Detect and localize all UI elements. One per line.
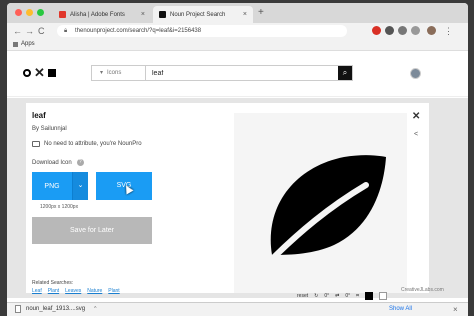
downloaded-file-name: noun_leaf_1913....svg (26, 306, 86, 312)
maximize-window-icon[interactable] (37, 9, 44, 16)
extension-icon[interactable] (411, 26, 420, 35)
chevron-up-icon[interactable]: ^ (94, 306, 96, 312)
apps-grid-icon (13, 42, 18, 47)
png-download-button[interactable]: PNG ⌄ (32, 172, 88, 200)
close-icon[interactable]: ✕ (412, 111, 420, 122)
address-bar: ← → C 🔒︎ thenounproject.com/search/?q=le… (7, 23, 468, 39)
tab-label: Alisha | Adobe Fonts (70, 11, 125, 18)
download-label: Download Icon ? (32, 159, 84, 166)
search-button[interactable]: ⌕ (338, 66, 352, 80)
license-icon (32, 141, 40, 147)
search-type-label: Icons (107, 70, 122, 76)
bookmark-apps[interactable]: Apps (21, 41, 35, 47)
related-search-link[interactable]: Nature (87, 288, 102, 294)
icon-preview (234, 113, 407, 293)
menu-icon[interactable]: ⋮ (444, 25, 453, 37)
site-header: ✕ ▾ Icons ⌕ (7, 52, 468, 97)
related-searches-list: Leaf Plant Leaves Nature Plant (32, 288, 120, 294)
save-for-later-button[interactable]: Save for Later (32, 217, 152, 244)
related-search-link[interactable]: Plant (108, 288, 119, 294)
related-search-link[interactable]: Leaves (65, 288, 81, 294)
close-window-icon[interactable] (15, 9, 22, 16)
download-shelf: noun_leaf_1913....svg ^ Show All × (7, 302, 468, 316)
related-search-link[interactable]: Leaf (32, 288, 42, 294)
attribution-text: No need to attribute, you're NounPro (44, 141, 142, 147)
icon-title: leaf (32, 111, 46, 120)
tab-bar: Alisha | Adobe Fonts × Noun Project Sear… (7, 3, 468, 23)
close-shelf-icon[interactable]: × (453, 305, 458, 314)
search-type-select[interactable]: ▾ Icons (92, 66, 146, 80)
color-swatch-black[interactable] (364, 292, 373, 300)
forward-icon[interactable]: → (25, 25, 34, 37)
flip-value[interactable]: 0° (345, 293, 350, 299)
avatar[interactable] (410, 68, 421, 79)
tab-noun-project[interactable]: Noun Project Search × (153, 6, 253, 23)
related-searches-label: Related Searches: (32, 280, 74, 286)
extension-icon[interactable] (398, 26, 407, 35)
logo-square-icon (47, 69, 56, 77)
rotate-icon[interactable]: ↻ (314, 293, 318, 299)
adobe-fonts-favicon-icon (59, 11, 66, 18)
show-all-downloads-link[interactable]: Show All (389, 306, 412, 312)
extension-icon[interactable] (372, 26, 381, 35)
related-search-link[interactable]: Plant (48, 288, 59, 294)
icon-detail-modal: leaf By Sailunnjal No need to attribute,… (26, 103, 429, 294)
share-icon[interactable]: < (414, 131, 418, 138)
noun-project-logo[interactable]: ✕ (23, 65, 56, 80)
png-label: PNG (44, 182, 60, 190)
chevron-down-icon: ▾ (100, 70, 104, 76)
url-field[interactable]: 🔒︎ thenounproject.com/search/?q=leaf&i=2… (57, 25, 347, 37)
download-label-text: Download Icon (32, 159, 72, 166)
browser-window: Alisha | Adobe Fonts × Noun Project Sear… (7, 3, 468, 316)
logo-x-icon: ✕ (34, 65, 45, 80)
help-icon[interactable]: ? (76, 159, 84, 166)
png-options-chevron-icon[interactable]: ⌄ (72, 172, 88, 200)
file-icon (15, 305, 21, 313)
color-swatch-white[interactable] (378, 292, 387, 300)
back-icon[interactable]: ← (13, 25, 22, 37)
tab-close-icon[interactable]: × (243, 11, 247, 18)
watermark: CreativeJLabs.com (401, 287, 444, 293)
lock-icon: 🔒︎ (64, 28, 68, 34)
downloaded-file[interactable]: noun_leaf_1913....svg ^ (15, 305, 96, 313)
minimize-window-icon[interactable] (26, 9, 33, 16)
tab-close-icon[interactable]: × (141, 11, 145, 18)
png-size-note: 1200px x 1200px (40, 204, 79, 210)
url-text: thenounproject.com/search/?q=leaf&i=2156… (75, 28, 202, 34)
reload-icon[interactable]: C (38, 25, 45, 37)
bookmarks-bar: Apps (7, 39, 468, 51)
profile-icon[interactable] (427, 26, 436, 35)
crop-icon[interactable]: ⌗ (356, 293, 359, 299)
leaf-icon (265, 155, 386, 266)
tab-adobe-fonts[interactable]: Alisha | Adobe Fonts × (53, 6, 151, 23)
reset-button[interactable]: reset (297, 293, 308, 299)
flip-icon[interactable]: ⇄ (335, 293, 339, 299)
extension-icon[interactable] (385, 26, 394, 35)
rotate-value[interactable]: 0° (324, 293, 329, 299)
noun-project-favicon-icon (159, 11, 166, 18)
search-icon: ⌕ (342, 68, 348, 77)
search-input[interactable] (146, 66, 338, 80)
edit-toolbar: reset ↻ 0° ⇄ 0° ⌗ (297, 291, 387, 301)
new-tab-button[interactable]: + (258, 7, 264, 18)
icon-byline[interactable]: By Sailunnjal (32, 126, 67, 132)
tab-label: Noun Project Search (170, 11, 226, 18)
search-bar: ▾ Icons ⌕ (91, 65, 353, 81)
logo-circle-icon (23, 69, 31, 77)
attribution-note: No need to attribute, you're NounPro (32, 141, 142, 147)
